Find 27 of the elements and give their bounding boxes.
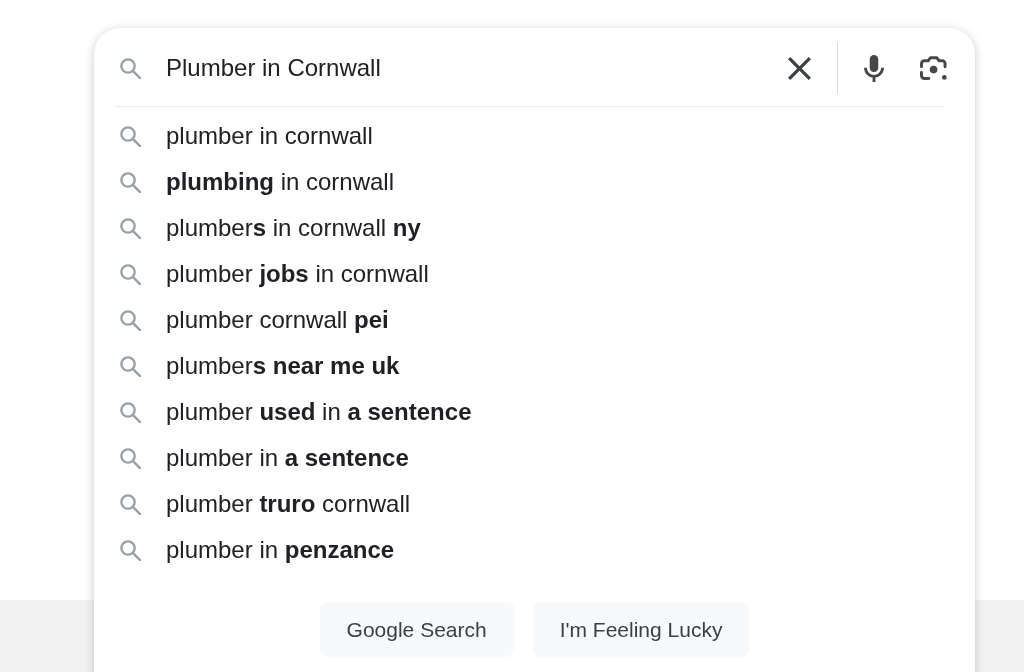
search-button[interactable]: I'm Feeling Lucky <box>532 602 750 657</box>
search-icon <box>120 493 141 515</box>
search-icon <box>120 309 141 331</box>
suggestion-item[interactable]: plumber truro cornwall <box>166 489 411 519</box>
search-icon <box>120 539 141 561</box>
suggestion-item[interactable]: plumber in a sentence <box>166 443 409 473</box>
suggestion-item[interactable]: plumber jobs in cornwall <box>166 259 429 289</box>
search-icon <box>120 171 141 193</box>
suggestion-item[interactable]: plumbers near me uk <box>166 351 400 381</box>
suggestion-item[interactable]: plumbers in cornwall ny <box>166 213 421 243</box>
suggestion-item[interactable]: plumbing in cornwall <box>166 167 395 197</box>
search-button[interactable]: Google Search <box>319 602 514 657</box>
suggestion-item[interactable]: plumber used in a sentence <box>166 397 472 427</box>
search-input[interactable]: Plumber in Cornwall <box>166 52 772 84</box>
search-icon <box>120 57 141 79</box>
search-icon <box>120 447 141 469</box>
camera-icon[interactable] <box>920 55 948 81</box>
suggestion-item[interactable]: plumber in penzance <box>166 535 395 565</box>
search-icon <box>120 125 141 147</box>
suggestion-item[interactable]: plumber in cornwall <box>166 121 373 151</box>
search-icon <box>120 355 141 377</box>
search-icon <box>120 217 141 239</box>
microphone-icon[interactable] <box>864 54 884 82</box>
search-icon <box>120 263 141 285</box>
search-icon <box>120 401 141 423</box>
suggestion-item[interactable]: plumber cornwall pei <box>166 305 389 335</box>
close-icon[interactable] <box>787 56 811 80</box>
